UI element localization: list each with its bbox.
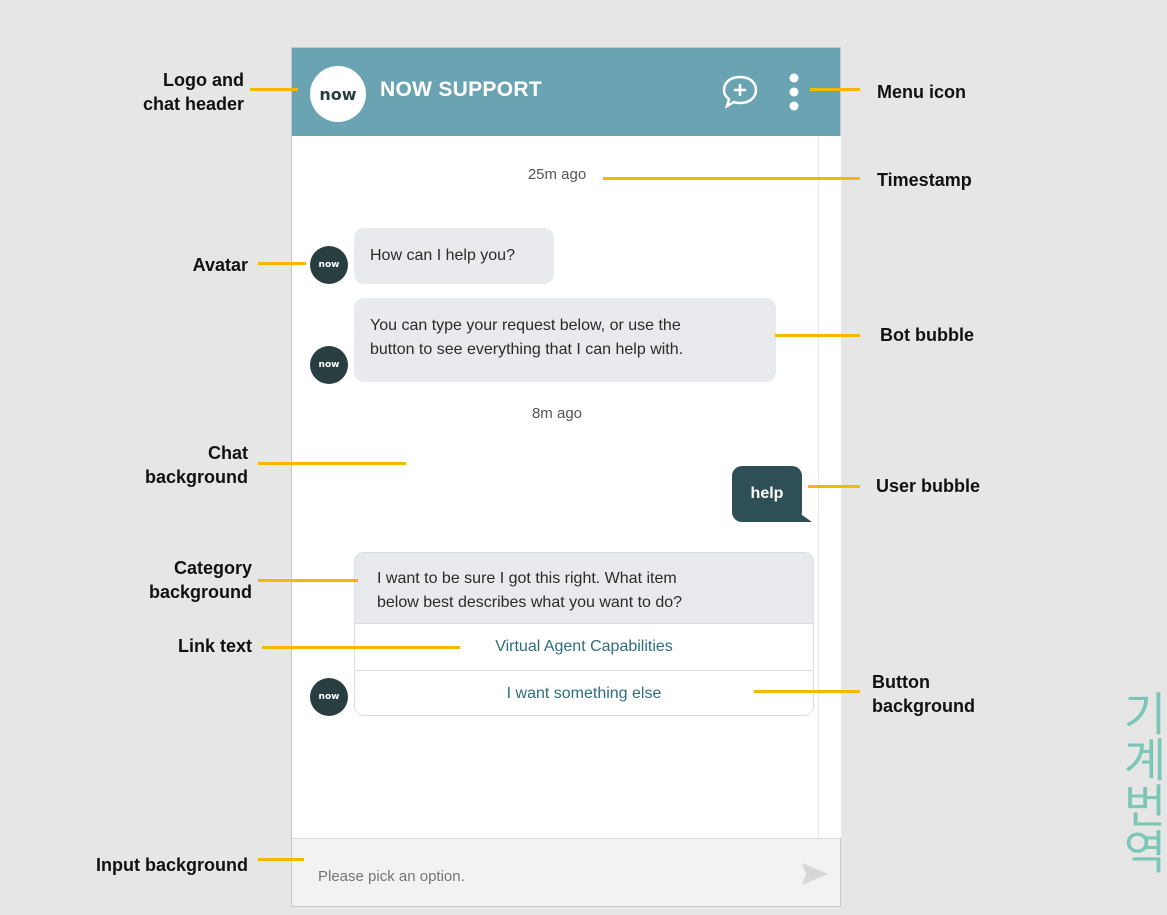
watermark-text: 기계번역 (1122, 690, 1162, 874)
timestamp: 8m ago (531, 405, 583, 422)
callout-line-logo (250, 88, 298, 91)
label-chat-background: Chat background (100, 441, 248, 489)
label-link-text: Link text (177, 636, 252, 656)
label-bot-bubble: Bot bubble (880, 325, 974, 345)
callout-line-link-text (262, 646, 460, 649)
label-line: background (148, 582, 252, 602)
label-logo-header: Logo and chat header (100, 68, 244, 116)
callout-line-menu (810, 88, 860, 91)
callout-line-button-background (754, 690, 860, 693)
bot-avatar: now (310, 246, 348, 284)
bot-message: How can I help you? (370, 247, 515, 264)
bot-message-line: button to see everything that I can help… (370, 341, 684, 358)
input-background (292, 838, 840, 906)
chat-panel: now NOW SUPPORT 25m ago now How can I he… (291, 47, 841, 907)
label-timestamp: Timestamp (877, 170, 972, 190)
user-bubble-tail (792, 508, 812, 522)
callout-line-timestamp (603, 177, 860, 180)
label-user-bubble: User bubble (876, 476, 981, 496)
bot-bubble: You can type your request below, or use … (354, 298, 776, 382)
category-text-line: below best describes what you want to do… (377, 594, 683, 611)
send-arrow-icon[interactable] (800, 861, 830, 887)
category-text-line: I want to be sure I got this right. What… (377, 570, 677, 587)
label-category-background: Category background (100, 556, 252, 604)
category-background: I want to be sure I got this right. What… (355, 553, 813, 623)
bot-avatar: now (310, 346, 348, 384)
chat-header: now NOW SUPPORT (292, 48, 840, 136)
option-something-else[interactable]: I want something else (355, 670, 813, 715)
vertical-ellipsis-icon[interactable] (786, 72, 802, 112)
label-line: background (144, 467, 248, 487)
chat-title: NOW SUPPORT (380, 78, 542, 101)
bot-bubble: How can I help you? (354, 228, 554, 284)
label-line: Logo and (163, 70, 244, 90)
label-line: background (872, 696, 976, 716)
label-line: Button (872, 672, 930, 692)
label-line: chat header (142, 94, 244, 114)
message-input[interactable] (316, 867, 760, 886)
callout-line-input (258, 858, 304, 861)
category-card: I want to be sure I got this right. What… (354, 552, 814, 716)
callout-line-bot-bubble (775, 334, 860, 337)
label-menu-icon: Menu icon (877, 82, 966, 102)
bot-avatar: now (310, 678, 348, 716)
now-logo: now (310, 66, 366, 122)
label-line: Chat (208, 443, 248, 463)
callout-line-category (258, 579, 358, 582)
callout-line-avatar (258, 262, 306, 265)
user-message: help (750, 485, 784, 502)
label-avatar: Avatar (192, 255, 248, 275)
timestamp: 25m ago (527, 166, 587, 183)
callout-line-user-bubble (808, 485, 860, 488)
label-input-background: Input background (96, 855, 248, 875)
callout-line-chat-background (258, 462, 406, 465)
label-line: Category (173, 558, 252, 578)
chat-plus-icon[interactable] (720, 74, 760, 110)
bot-message-line: You can type your request below, or use … (370, 317, 681, 334)
label-button-background: Button background (872, 670, 975, 718)
